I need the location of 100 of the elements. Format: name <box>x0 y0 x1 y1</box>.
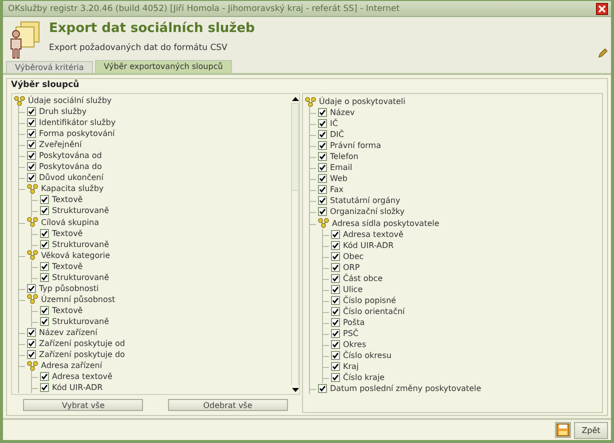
close-icon[interactable] <box>596 2 608 14</box>
tree-item-label: Kód UIR-ADR <box>52 383 103 392</box>
tree-item-label: Druh služby <box>39 107 87 116</box>
checkbox[interactable] <box>40 228 49 238</box>
checkbox[interactable] <box>40 206 49 216</box>
checkbox[interactable] <box>331 252 340 261</box>
tree-item-label: Územní působnost <box>41 294 116 304</box>
scroll-up-icon[interactable] <box>292 96 298 101</box>
tree-item-label: Poskytována od <box>39 151 102 160</box>
tree-item-label: Kraj <box>343 362 359 372</box>
checkbox[interactable] <box>27 339 36 348</box>
page-title: Export dat sociálních služeb <box>49 21 255 36</box>
checkbox[interactable] <box>331 296 340 305</box>
tree-item-label: Strukturovaně <box>52 240 110 249</box>
group-icon <box>27 217 38 228</box>
checkbox[interactable] <box>40 240 49 249</box>
tree-item-label: Textově <box>52 195 83 204</box>
tree-item-label: Zveřejnění <box>39 140 82 150</box>
checkbox[interactable] <box>331 373 340 382</box>
checkbox[interactable] <box>331 329 340 338</box>
save-button[interactable] <box>555 422 571 438</box>
checkbox[interactable] <box>331 362 340 372</box>
tree-item-label: Zařízení poskytuje do <box>39 350 125 360</box>
checkbox[interactable] <box>331 318 340 327</box>
checkbox[interactable] <box>40 272 49 282</box>
tree-item-label: Číslo orientační <box>343 306 405 316</box>
scrollbar[interactable] <box>291 94 299 394</box>
tree-item-label: Textově <box>52 306 83 315</box>
checkbox[interactable] <box>40 372 49 382</box>
tree-item-label: Fax <box>330 185 344 194</box>
tree-item-label: Web <box>330 174 348 184</box>
group-icon <box>27 294 38 304</box>
checkbox[interactable] <box>40 195 49 204</box>
select-button[interactable]: Vybrat vše <box>23 399 144 411</box>
tree-item-label: Email <box>330 163 352 172</box>
checkbox[interactable] <box>40 306 49 315</box>
tree-item-label: Kapacita služby <box>41 184 104 194</box>
checkbox[interactable] <box>27 129 36 138</box>
tree-item-label: Statutární orgány <box>330 196 400 206</box>
tree-item-label: Číslo okresu <box>343 351 392 360</box>
tree-item-label: Adresa textově <box>52 372 112 382</box>
checkbox[interactable] <box>331 274 340 283</box>
tree-item-label: Strukturovaně <box>52 272 110 282</box>
checkbox[interactable] <box>318 174 327 184</box>
checkbox[interactable] <box>318 119 327 128</box>
tree-item-label: Adresa zařízení <box>41 361 102 370</box>
checkbox[interactable] <box>40 262 49 271</box>
checkbox[interactable] <box>331 340 340 350</box>
checkbox[interactable] <box>27 140 36 150</box>
tree-item-label: Typ působnosti <box>39 284 99 293</box>
checkbox[interactable] <box>331 230 340 239</box>
tree-item-label: Poskytována do <box>39 162 102 172</box>
tree-item-label: Obec <box>343 252 364 261</box>
checkbox[interactable] <box>331 284 340 294</box>
tab[interactable]: Výběr exportovaných sloupců <box>94 60 232 73</box>
group-icon <box>305 96 316 107</box>
tree-item-label: Textově <box>52 262 83 271</box>
pencil-icon[interactable] <box>598 48 608 58</box>
group-icon <box>14 96 25 106</box>
checkbox[interactable] <box>27 107 36 116</box>
group-icon <box>27 184 38 194</box>
checkbox[interactable] <box>318 152 327 162</box>
select-button[interactable]: Odebrat vše <box>168 399 288 411</box>
tree-item-label: Věková kategorie <box>41 250 110 260</box>
tree-item-label: Identifikátor služby <box>39 118 116 128</box>
checkbox[interactable] <box>27 162 36 172</box>
tree-item-label: Pošta <box>343 318 365 327</box>
checkbox[interactable] <box>318 163 327 172</box>
checkbox[interactable] <box>318 207 327 216</box>
tree-item-label: Právní forma <box>330 141 381 150</box>
checkbox[interactable] <box>40 383 49 392</box>
tree-item-label: Strukturovaně <box>52 316 110 326</box>
back-button[interactable]: Zpět <box>574 422 608 438</box>
checkbox[interactable] <box>40 316 49 326</box>
checkbox[interactable] <box>318 384 327 394</box>
scroll-down-icon[interactable] <box>292 387 298 392</box>
tree-item-label: Forma poskytování <box>39 129 115 138</box>
checkbox[interactable] <box>318 185 327 194</box>
checkbox[interactable] <box>27 284 36 293</box>
checkbox[interactable] <box>27 173 36 182</box>
checkbox[interactable] <box>27 350 36 360</box>
tree-item-label: Údaje o poskytovateli <box>319 97 406 106</box>
checkbox[interactable] <box>331 240 340 250</box>
tree-item-label: Zařízení poskytuje od <box>39 339 125 348</box>
group-icon <box>318 218 329 228</box>
checkbox[interactable] <box>331 306 340 316</box>
checkbox[interactable] <box>318 130 327 140</box>
checkbox[interactable] <box>318 141 327 150</box>
checkbox[interactable] <box>27 118 36 128</box>
checkbox[interactable] <box>331 262 340 272</box>
checkbox[interactable] <box>318 108 327 118</box>
checkbox[interactable] <box>27 151 36 160</box>
checkbox[interactable] <box>27 328 36 337</box>
tree-item-label: Okres <box>343 340 366 350</box>
checkbox[interactable] <box>318 196 327 206</box>
tree-item-label: Kód UIR-ADR <box>343 240 394 250</box>
tab[interactable]: Výběrová kritéria <box>6 61 93 73</box>
checkbox[interactable] <box>331 351 340 360</box>
window-title: OKslužby registr 3.20.46 (build 4052) [Jiří Homola - Jihomoravský kraj - referát SS] - Internet <box>8 4 400 14</box>
tree-item-label: Důvod ukončení <box>39 173 104 182</box>
